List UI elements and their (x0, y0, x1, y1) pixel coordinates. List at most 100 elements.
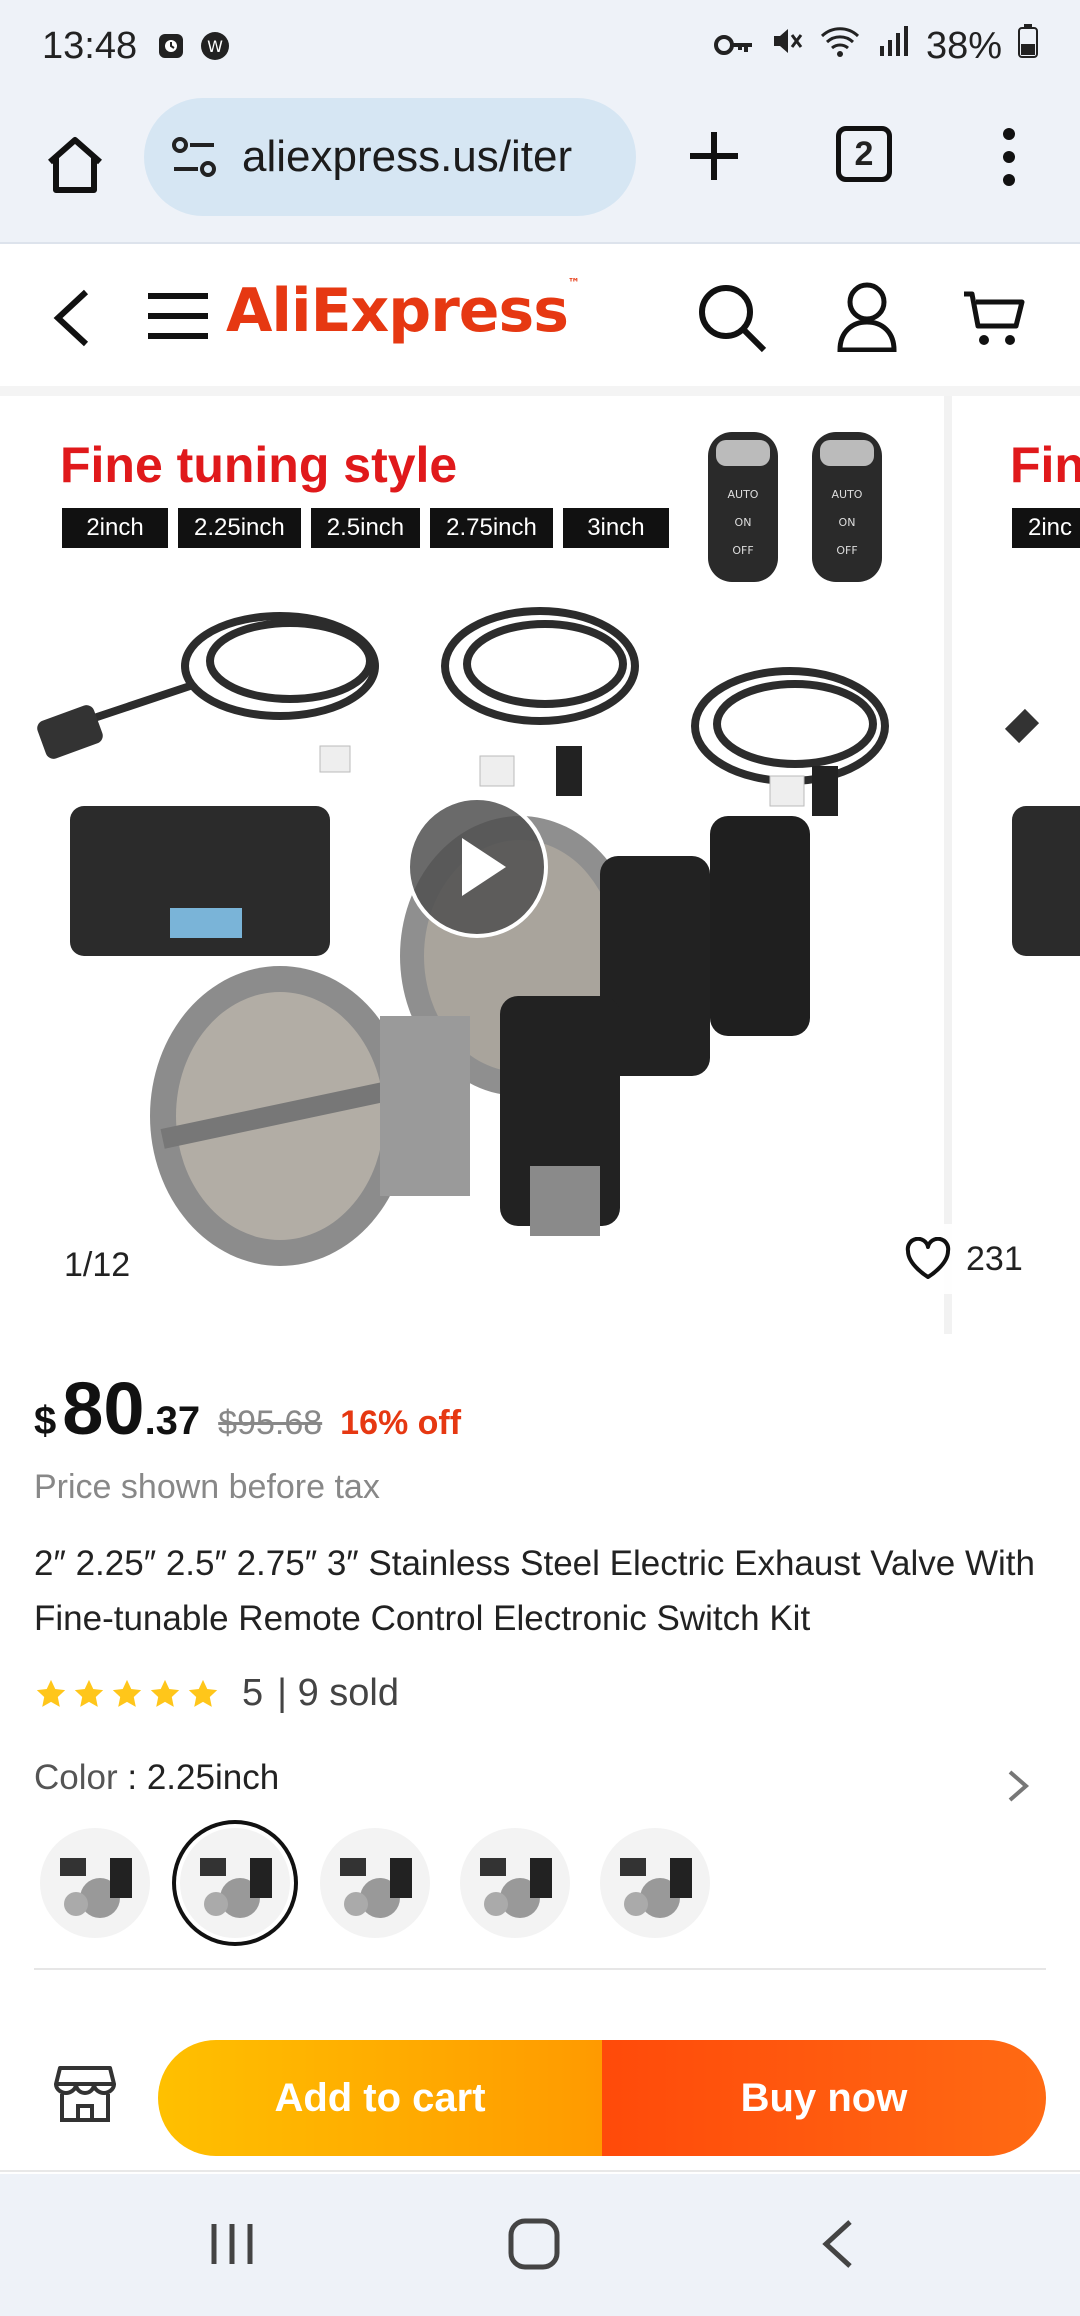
cable-image (68, 607, 889, 785)
swatch-thumbnail (340, 1858, 412, 1918)
status-time: 13:48 (42, 24, 138, 67)
play-video-button[interactable] (406, 796, 548, 938)
gallery-slide[interactable]: Fine tuning style 2inch 2.25inch 2.5inch… (0, 396, 944, 1334)
recent-apps-button[interactable] (208, 2220, 256, 2268)
back-chevron-icon (822, 2220, 852, 2268)
image-counter: 1/12 (64, 1246, 131, 1284)
product-gallery[interactable]: Fine tuning style 2inch 2.25inch 2.5inch… (0, 396, 1080, 1334)
store-icon (54, 2066, 116, 2122)
tax-note: Price shown before tax (34, 1468, 380, 1506)
app-header: AliExpress™ (0, 246, 1080, 386)
menu-icon (148, 293, 208, 339)
site-settings-icon[interactable] (168, 131, 220, 183)
product-title: 2″ 2.25″ 2.5″ 2.75″ 3″ Stainless Steel E… (34, 1544, 1035, 1638)
wishlist-button[interactable]: 231 (890, 1224, 1042, 1294)
color-swatch[interactable] (460, 1828, 570, 1938)
search-icon (699, 285, 767, 353)
color-swatch-list (40, 1828, 710, 1938)
buy-now-button[interactable]: Buy now (602, 2040, 1046, 2156)
price-currency: $ (34, 1399, 57, 1443)
swatch-thumbnail (480, 1858, 552, 1918)
color-key: Color (34, 1758, 118, 1797)
remote-label-auto: AUTO (728, 488, 759, 501)
address-bar[interactable]: aliexpress.us/iter (144, 98, 636, 216)
next-product-photo (1004, 708, 1080, 956)
home-icon (48, 137, 102, 193)
wifi-icon (820, 24, 860, 68)
menu-button[interactable] (146, 290, 210, 342)
cart-icon (964, 291, 1025, 345)
aliexpress-logo[interactable]: AliExpress™ (226, 276, 580, 346)
wishlist-count: 231 (966, 1239, 1023, 1278)
remote-label-auto: AUTO (832, 488, 863, 501)
app-notification-icon: W (199, 30, 231, 62)
purchase-action-bar: Add to cart Buy now (0, 2016, 1080, 2172)
discount-badge: 16% off (340, 1404, 462, 1442)
store-button[interactable] (54, 2064, 116, 2124)
status-bar: 13:48 W 38% (0, 0, 1080, 92)
search-button[interactable] (696, 282, 768, 354)
home-square-icon (508, 2218, 560, 2270)
cart-button[interactable] (962, 286, 1026, 350)
color-swatch[interactable] (320, 1828, 430, 1938)
browser-menu-button[interactable] (994, 122, 1024, 192)
price-row: $ 80 .37 $95.68 16% off (34, 1366, 461, 1451)
account-button[interactable] (836, 280, 898, 353)
header-divider (0, 386, 1080, 396)
alarm-icon (155, 30, 187, 62)
back-icon (53, 289, 89, 347)
control-box-image (70, 806, 330, 956)
price-integer: 80 (62, 1367, 145, 1450)
heart-icon (905, 1237, 951, 1279)
battery-icon (1018, 24, 1038, 68)
color-options-button[interactable] (1006, 1768, 1032, 1804)
signal-icon (876, 24, 910, 68)
system-nav-bar (0, 2174, 1080, 2316)
remote-label-on: ON (839, 516, 856, 529)
key-icon (713, 25, 754, 68)
mute-icon (770, 24, 804, 68)
swatch-thumbnail (60, 1858, 132, 1918)
rating-row[interactable]: 5 | 9 sold (34, 1672, 399, 1715)
new-tab-button[interactable] (686, 128, 742, 184)
swatch-thumbnail (200, 1858, 272, 1918)
plus-icon (690, 132, 738, 180)
color-swatch[interactable] (600, 1828, 710, 1938)
remote-label-on: ON (735, 516, 752, 529)
remote-label-off: OFF (836, 544, 857, 557)
tab-count: 2 (854, 134, 874, 173)
add-to-cart-button[interactable]: Add to cart (158, 2040, 602, 2156)
system-back-button[interactable] (820, 2218, 856, 2270)
price-decimal: .37 (144, 1399, 201, 1443)
color-selector-label[interactable]: Color : 2.25inch (34, 1758, 279, 1798)
rating-value: 5 (242, 1672, 264, 1714)
remote-control-image: AUTO ON OFF AUTO ON OFF (708, 432, 882, 582)
gallery-next-slide[interactable]: Fin 2inc (952, 396, 1080, 1334)
back-button[interactable] (48, 286, 96, 350)
recent-apps-icon (211, 2224, 253, 2264)
tab-switcher-button[interactable]: 2 (836, 126, 892, 182)
star-icon (150, 1679, 180, 1707)
star-icon (112, 1679, 142, 1707)
section-divider (34, 1968, 1046, 1970)
svg-text:W: W (207, 37, 223, 56)
battery-level: 38% (925, 24, 1002, 67)
logo-text: AliExpress (226, 276, 569, 346)
url-text: aliexpress.us/iter (242, 132, 573, 181)
star-icon (74, 1679, 104, 1707)
play-icon (462, 838, 506, 896)
chevron-right-icon (1008, 1770, 1030, 1802)
swatch-thumbnail (620, 1858, 692, 1918)
original-price: $95.68 (218, 1404, 323, 1442)
color-swatch-selected[interactable] (180, 1828, 290, 1938)
home-button[interactable] (40, 130, 110, 200)
more-vert-icon (1003, 128, 1015, 186)
star-icon (188, 1679, 218, 1707)
color-swatch[interactable] (40, 1828, 150, 1938)
remote-label-off: OFF (732, 544, 753, 557)
star-rating (34, 1677, 220, 1711)
system-home-button[interactable] (506, 2216, 562, 2272)
account-icon (837, 282, 897, 353)
star-icon (36, 1679, 66, 1707)
browser-toolbar: aliexpress.us/iter 2 (0, 92, 1080, 244)
